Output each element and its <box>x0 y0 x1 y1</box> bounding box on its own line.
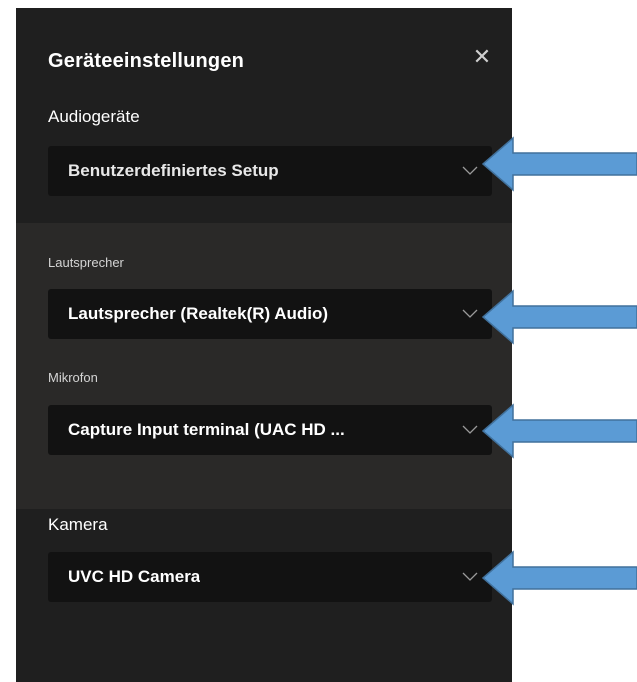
microphone-dropdown[interactable]: Capture Input terminal (UAC HD ... <box>48 405 492 455</box>
chevron-down-icon <box>462 166 478 175</box>
audio-devices-value: Benutzerdefiniertes Setup <box>68 161 279 180</box>
microphone-label: Mikrofon <box>48 370 98 385</box>
dialog-title: Geräteeinstellungen <box>48 50 245 72</box>
camera-label: Kamera <box>48 515 108 534</box>
close-icon[interactable]: ✕ <box>471 46 493 68</box>
speaker-dropdown[interactable]: Lautsprecher (Realtek(R) Audio) <box>48 289 492 339</box>
device-settings-panel: Geräteeinstellungen ✕ Audiogeräte Benutz… <box>16 8 512 682</box>
chevron-down-icon <box>462 309 478 318</box>
audio-devices-dropdown[interactable]: Benutzerdefiniertes Setup <box>48 146 492 196</box>
camera-value: UVC HD Camera <box>68 567 201 586</box>
audio-devices-label: Audiogeräte <box>48 107 140 126</box>
microphone-value: Capture Input terminal (UAC HD ... <box>68 420 345 439</box>
camera-dropdown[interactable]: UVC HD Camera <box>48 552 492 602</box>
speaker-value: Lautsprecher (Realtek(R) Audio) <box>68 304 329 323</box>
chevron-down-icon <box>462 425 478 434</box>
chevron-down-icon <box>462 572 478 581</box>
speaker-label: Lautsprecher <box>48 255 124 270</box>
